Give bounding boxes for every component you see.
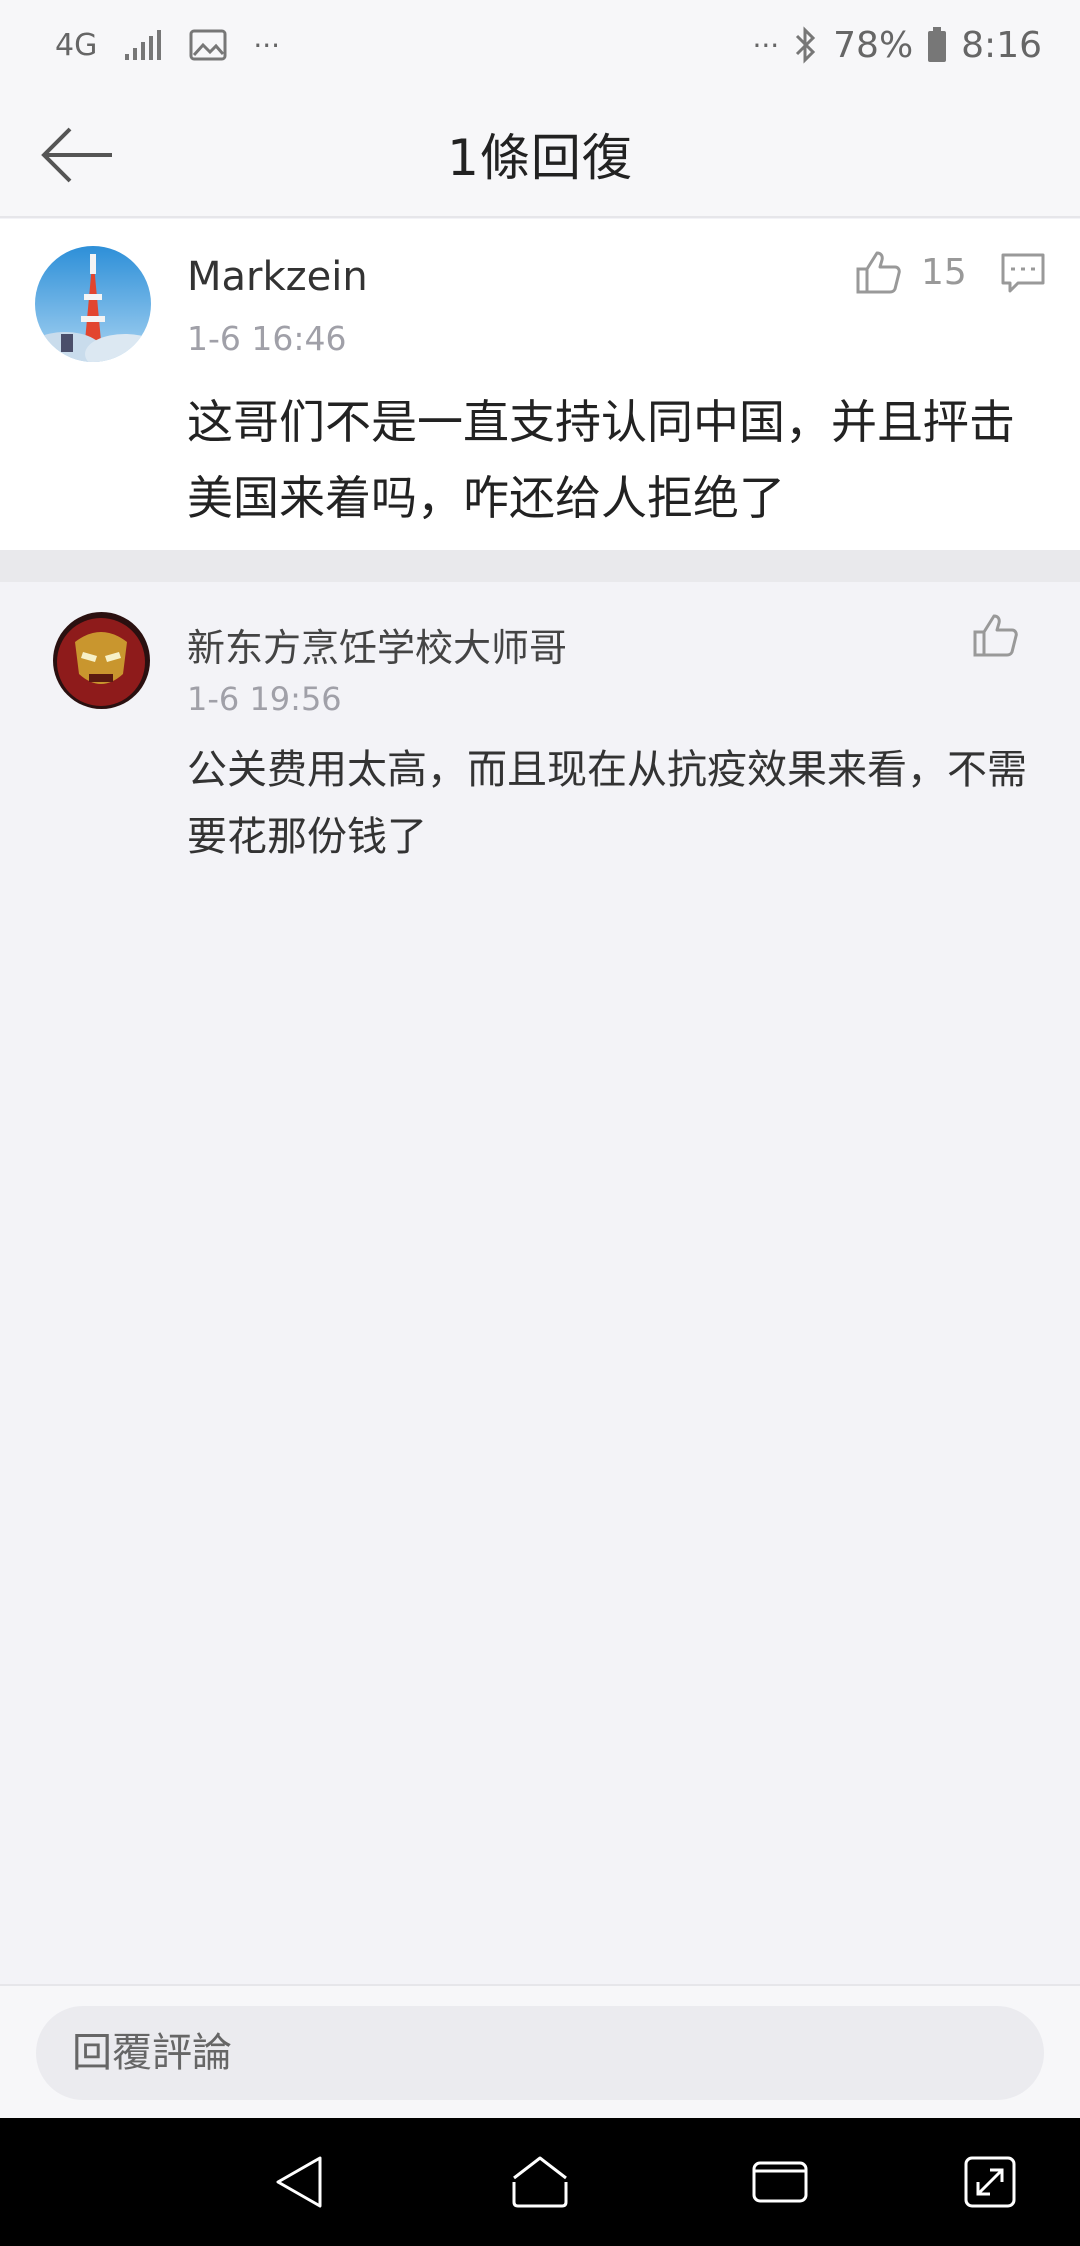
status-bar: 4G ··· ··· 78% 8:16 xyxy=(0,0,1080,90)
bluetooth-icon xyxy=(793,26,819,64)
reply-thread-screen: 4G ··· ··· 78% 8:16 1條回復 Markzein 1-6 16… xyxy=(0,0,1080,2246)
battery-icon xyxy=(927,27,947,63)
thumbs-up-icon xyxy=(856,251,901,294)
section-divider xyxy=(0,550,1080,582)
nav-recents-button[interactable] xyxy=(748,2150,812,2214)
signal-icon xyxy=(123,28,163,62)
clock: 8:16 xyxy=(961,24,1042,66)
main-comment: Markzein 1-6 16:46 15 这哥们不是一直支持认同中国，并且抨击… xyxy=(0,219,1080,550)
avatar[interactable] xyxy=(53,612,150,709)
username[interactable]: Markzein xyxy=(187,254,368,300)
like-count: 15 xyxy=(921,251,967,293)
reply-item: 新东方烹饪学校大师哥 1-6 19:56 公关费用太高，而且现在从抗疫效果来看，… xyxy=(0,582,1080,882)
nav-expand-button[interactable] xyxy=(958,2150,1022,2214)
nav-back-button[interactable] xyxy=(268,2150,332,2214)
like-button[interactable]: 15 xyxy=(855,249,967,295)
gallery-icon xyxy=(189,29,227,61)
page-title: 1條回復 xyxy=(447,129,633,187)
system-nav-bar xyxy=(0,2118,1080,2246)
battery-percent: 78% xyxy=(833,24,914,66)
comment-icon xyxy=(1001,253,1045,293)
username[interactable]: 新东方烹饪学校大师哥 xyxy=(187,617,567,672)
reply-comment-button[interactable] xyxy=(1000,252,1046,298)
home-icon xyxy=(512,2156,568,2208)
reply-input[interactable] xyxy=(36,2006,1044,2100)
expand-icon xyxy=(964,2156,1016,2208)
comment-text: 这哥们不是一直支持认同中国，并且抨击美国来着吗，咋还给人拒绝了 xyxy=(187,395,1015,525)
reply-text: 公关费用太高，而且现在从抗疫效果来看，不需要花那份钱了 xyxy=(187,747,1027,860)
network-type-icon: 4G xyxy=(55,28,97,63)
like-button[interactable] xyxy=(972,612,1018,662)
status-more-right: ··· xyxy=(752,28,780,62)
recents-icon xyxy=(752,2161,808,2203)
reply-bar xyxy=(0,1984,1080,2118)
triangle-back-icon xyxy=(276,2156,322,2208)
status-right: ··· 78% 8:16 xyxy=(752,25,1042,66)
status-more-left: ··· xyxy=(253,28,281,62)
nav-home-button[interactable] xyxy=(508,2150,572,2214)
thumbs-up-icon xyxy=(973,614,1018,657)
avatar[interactable] xyxy=(35,246,151,362)
status-left: 4G ··· xyxy=(55,28,280,63)
top-app-bar: 1條回復 xyxy=(0,90,1080,218)
network-type-label: 4G xyxy=(55,27,98,63)
timestamp: 1-6 19:56 xyxy=(187,680,342,718)
timestamp: 1-6 16:46 xyxy=(187,319,347,358)
